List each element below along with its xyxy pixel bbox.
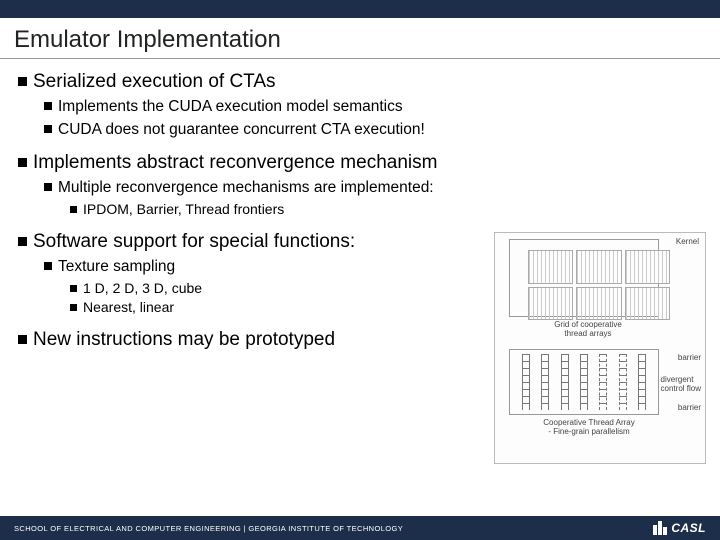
bullet-icon: [18, 158, 27, 167]
bullet-icon: [18, 237, 27, 246]
bullet-text: 1 D, 2 D, 3 D, cube: [83, 280, 202, 296]
bullet-icon: [70, 304, 77, 311]
bullet-text: CUDA does not guarantee concurrent CTA e…: [58, 121, 425, 138]
bullet-text: Serialized execution of CTAs: [33, 71, 276, 92]
bullet-text: Multiple reconvergence mechanisms are im…: [58, 179, 434, 196]
cta-cell: [576, 287, 621, 321]
bullet-icon: [18, 335, 27, 344]
cta-cell: [576, 250, 621, 284]
cta-cell: [625, 287, 670, 321]
thread-icon: [638, 354, 646, 410]
bullet-level2: Implements the CUDA execution model sema…: [44, 97, 702, 118]
bullet-icon: [44, 125, 52, 133]
kernel-box: [509, 239, 659, 317]
cta-cell: [625, 250, 670, 284]
divergent-label: divergent control flow: [661, 375, 701, 393]
footer-affiliation: SCHOOL OF ELECTRICAL AND COMPUTER ENGINE…: [14, 524, 403, 533]
slide-title: Emulator Implementation: [0, 18, 720, 58]
bullet-level2: Multiple reconvergence mechanisms are im…: [44, 178, 702, 199]
bullet-icon: [44, 262, 52, 270]
bullet-icon: [70, 285, 77, 292]
bullet-text: Texture sampling: [58, 258, 175, 275]
thread-icon: [599, 354, 607, 410]
cta-detail-box: [509, 349, 659, 415]
header-bar: [0, 0, 720, 18]
title-divider: [0, 58, 720, 59]
bullet-icon: [70, 206, 77, 213]
grid-caption: Grid of cooperative thread arrays: [513, 321, 663, 339]
bullet-level3: IPDOM, Barrier, Thread frontiers: [70, 200, 702, 219]
casl-logo: CASL: [653, 521, 706, 535]
bullet-level2: CUDA does not guarantee concurrent CTA e…: [44, 120, 702, 141]
bullet-text: IPDOM, Barrier, Thread frontiers: [83, 201, 284, 217]
bullet-text: New instructions may be prototyped: [33, 329, 335, 350]
logo-bar-icon: [653, 525, 657, 535]
barrier-label: barrier: [678, 353, 701, 362]
cta-caption: Cooperative Thread Array - Fine-grain pa…: [509, 419, 669, 437]
bullet-icon: [44, 183, 52, 191]
barrier-label: barrier: [678, 403, 701, 412]
bullet-icon: [44, 102, 52, 110]
cta-cell: [528, 287, 573, 321]
thread-icon: [619, 354, 627, 410]
bullet-level1: Serialized execution of CTAs: [18, 69, 702, 95]
thread-icon: [580, 354, 588, 410]
bullet-text: Implements the CUDA execution model sema…: [58, 98, 403, 115]
logo-bar-icon: [658, 521, 662, 535]
logo-bar-icon: [663, 527, 667, 535]
bullet-text: Nearest, linear: [83, 299, 174, 315]
footer-bar: SCHOOL OF ELECTRICAL AND COMPUTER ENGINE…: [0, 516, 720, 540]
bullet-icon: [18, 77, 27, 86]
bullet-level1: Implements abstract reconvergence mechan…: [18, 150, 702, 176]
thread-icon: [561, 354, 569, 410]
thread-icon: [541, 354, 549, 410]
thread-icon: [522, 354, 530, 410]
cta-grid: [528, 250, 670, 320]
bullet-text: Implements abstract reconvergence mechan…: [33, 152, 437, 173]
cuda-diagram: Kernel Grid of cooperative thread arrays…: [494, 232, 706, 464]
logo-text: CASL: [671, 521, 706, 535]
cta-cell: [528, 250, 573, 284]
bullet-text: Software support for special functions:: [33, 231, 355, 252]
kernel-label: Kernel: [676, 237, 699, 246]
